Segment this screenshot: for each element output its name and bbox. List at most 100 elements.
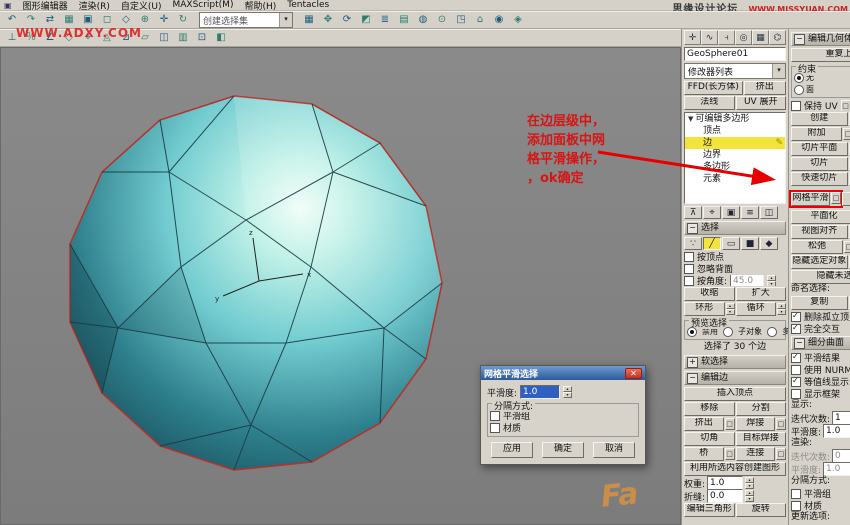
toolbar-icon[interactable]: ◩ [357,12,375,29]
selection-rollout-header[interactable]: − 选择 [684,221,786,235]
stack-item-edge[interactable]: 边 ✎ [685,137,785,149]
crease-spinner[interactable]: ▴ ▾ [745,490,755,502]
hide-unselected-button[interactable]: 隐藏未选定对象 [791,270,850,284]
connect-settings-icon[interactable]: □ [776,448,786,460]
menu-item-help[interactable]: 帮助(H) [244,0,276,12]
edit-triangulation-button[interactable]: 编辑三角形 [684,503,735,517]
target-weld-button[interactable]: 目标焊接 [735,432,786,446]
named-selection-sets-combo[interactable]: 创建选择集 ▾ [199,12,293,28]
menu-item-maxscript[interactable]: MAXScript(M) [172,0,233,10]
toolbar-icon[interactable]: ⌂ [471,12,489,29]
chevron-down-icon[interactable]: ▾ [772,64,785,78]
vertex-subobject-icon[interactable]: ∵ [684,237,702,250]
toolbar-icon[interactable]: ≣ [376,12,394,29]
tab-modify-icon[interactable]: ∿ [701,30,718,45]
close-icon[interactable]: ✕ [625,367,642,379]
display-smoothness-field[interactable]: 1.0 [823,424,850,438]
display-iterations-field[interactable]: 1 [832,411,850,425]
preview-subobject-radio[interactable] [723,326,733,337]
menu-item-tentacles[interactable]: Tentacles [287,0,329,10]
constraint-face-radio[interactable] [794,84,804,95]
extrude-button[interactable]: 挤出 [684,417,724,431]
angle-field[interactable]: 45.0 [730,275,765,286]
apply-button[interactable]: 应用 [491,442,533,458]
toolbar-icon[interactable]: ⊙ [433,12,451,29]
slice-plane-button[interactable]: 切片平面 [791,142,848,156]
ok-button[interactable]: 确定 [542,442,584,458]
chevron-down-icon[interactable]: ▾ [279,13,292,27]
extrude-modifier-button[interactable]: 挤出 [743,81,786,95]
edit-edges-rollout-header[interactable]: − 编辑边 [684,371,786,385]
split-button[interactable]: 分割 [735,402,786,416]
show-end-result-icon[interactable]: ⌖ [703,206,721,219]
border-subobject-icon[interactable]: ▭ [722,237,740,250]
remove-modifier-icon[interactable]: ≡ [741,206,759,219]
isoline-display-checkbox[interactable] [791,376,801,387]
dialog-smoothness-spinner[interactable]: ▴ ▾ [563,386,573,398]
tab-create-icon[interactable]: ✛ [684,30,701,45]
turn-button[interactable]: 旋转 [735,503,786,517]
toolbar-icon[interactable]: ↻ [174,12,192,29]
dialog-smoothing-groups-checkbox[interactable] [490,410,500,421]
meshsmooth-button[interactable]: 网格平滑 [791,192,830,206]
remove-button[interactable]: 移除 [684,402,735,416]
cancel-button[interactable]: 取消 [593,442,635,458]
by-angle-checkbox[interactable] [684,275,694,286]
hide-selected-button[interactable]: 隐藏选定对象 [791,255,848,269]
toolbar-icon[interactable]: ⟳ [338,12,356,29]
toolbar-icon[interactable]: ✥ [319,12,337,29]
ignore-backfacing-checkbox[interactable] [684,263,694,274]
ring-spinner[interactable]: ▴ ▾ [725,303,735,315]
expand-icon[interactable]: + [687,356,698,368]
smoothing-groups-checkbox[interactable] [791,488,801,499]
attach-settings-icon[interactable]: □ [843,128,850,140]
toolbar-icon[interactable]: ✛ [155,12,173,29]
dialog-title-bar[interactable]: 网格平滑选择 ✕ [481,366,645,380]
meshsmooth-settings-icon[interactable]: □ [831,192,841,204]
extrude-settings-icon[interactable]: □ [724,418,735,430]
attach-button[interactable]: 附加 [791,127,842,141]
collapse-icon[interactable]: − [794,33,805,45]
object-name-field[interactable]: GeoSphere01 [684,47,786,61]
toolbar-icon[interactable]: ◉ [490,12,508,29]
full-interactivity-checkbox[interactable] [791,323,801,334]
render-iterations-field[interactable]: 0 [832,449,850,463]
quickslice-button[interactable]: 快速切片 [791,172,848,186]
copy-button[interactable]: 复制 [791,296,848,310]
toolbar-icon[interactable]: ▦ [300,12,318,29]
chamfer-button[interactable]: 切角 [684,432,735,446]
relax-settings-icon[interactable]: □ [844,241,850,253]
create-button[interactable]: 创建 [791,112,848,126]
show-cage-checkbox[interactable] [791,388,801,399]
loop-spinner[interactable]: ▴ ▾ [777,303,786,315]
weight-field[interactable]: 1.0 [707,476,744,490]
bridge-settings-icon[interactable]: □ [724,448,735,460]
weld-settings-icon[interactable]: □ [776,418,786,430]
subdivision-surface-rollout-header[interactable]: − 细分曲面 [791,336,850,350]
preserve-uv-checkbox[interactable] [791,100,801,111]
stack-item-border[interactable]: 边界 [685,149,785,161]
polygon-subobject-icon[interactable]: ■ [741,237,759,250]
menu-item-rendering[interactable]: 渲染(R) [79,0,110,12]
use-nurms-checkbox[interactable] [791,364,801,375]
connect-button[interactable]: 连接 [735,447,775,461]
stack-item-polygon[interactable]: 多边形 [685,161,785,173]
repeat-last-button[interactable]: 重复上一个 [791,48,850,62]
render-smoothness-field[interactable]: 1.0 [823,462,850,476]
toolbar-icon[interactable]: ▤ [395,12,413,29]
toolbar-icon[interactable]: ◫ [155,30,173,47]
preview-off-radio[interactable] [687,326,697,337]
preview-multiple-radio[interactable] [767,326,777,337]
constraint-none-radio[interactable] [794,72,804,83]
stack-item-element[interactable]: 元素 [685,173,785,185]
weld-button[interactable]: 焊接 [735,417,775,431]
collapse-icon[interactable]: − [687,222,698,234]
menu-item-graph-editors[interactable]: 图形编辑器 [23,0,68,12]
pin-stack-icon[interactable]: ⊼ [684,206,702,219]
tab-utilities-icon[interactable]: ⌬ [769,30,786,45]
menu-item-customize[interactable]: 自定义(U) [121,0,162,12]
angle-spinner[interactable]: ▴ ▾ [767,275,777,286]
toolbar-icon[interactable]: ⊡ [193,30,211,47]
by-vertex-checkbox[interactable] [684,251,694,262]
element-subobject-icon[interactable]: ◆ [760,237,778,250]
